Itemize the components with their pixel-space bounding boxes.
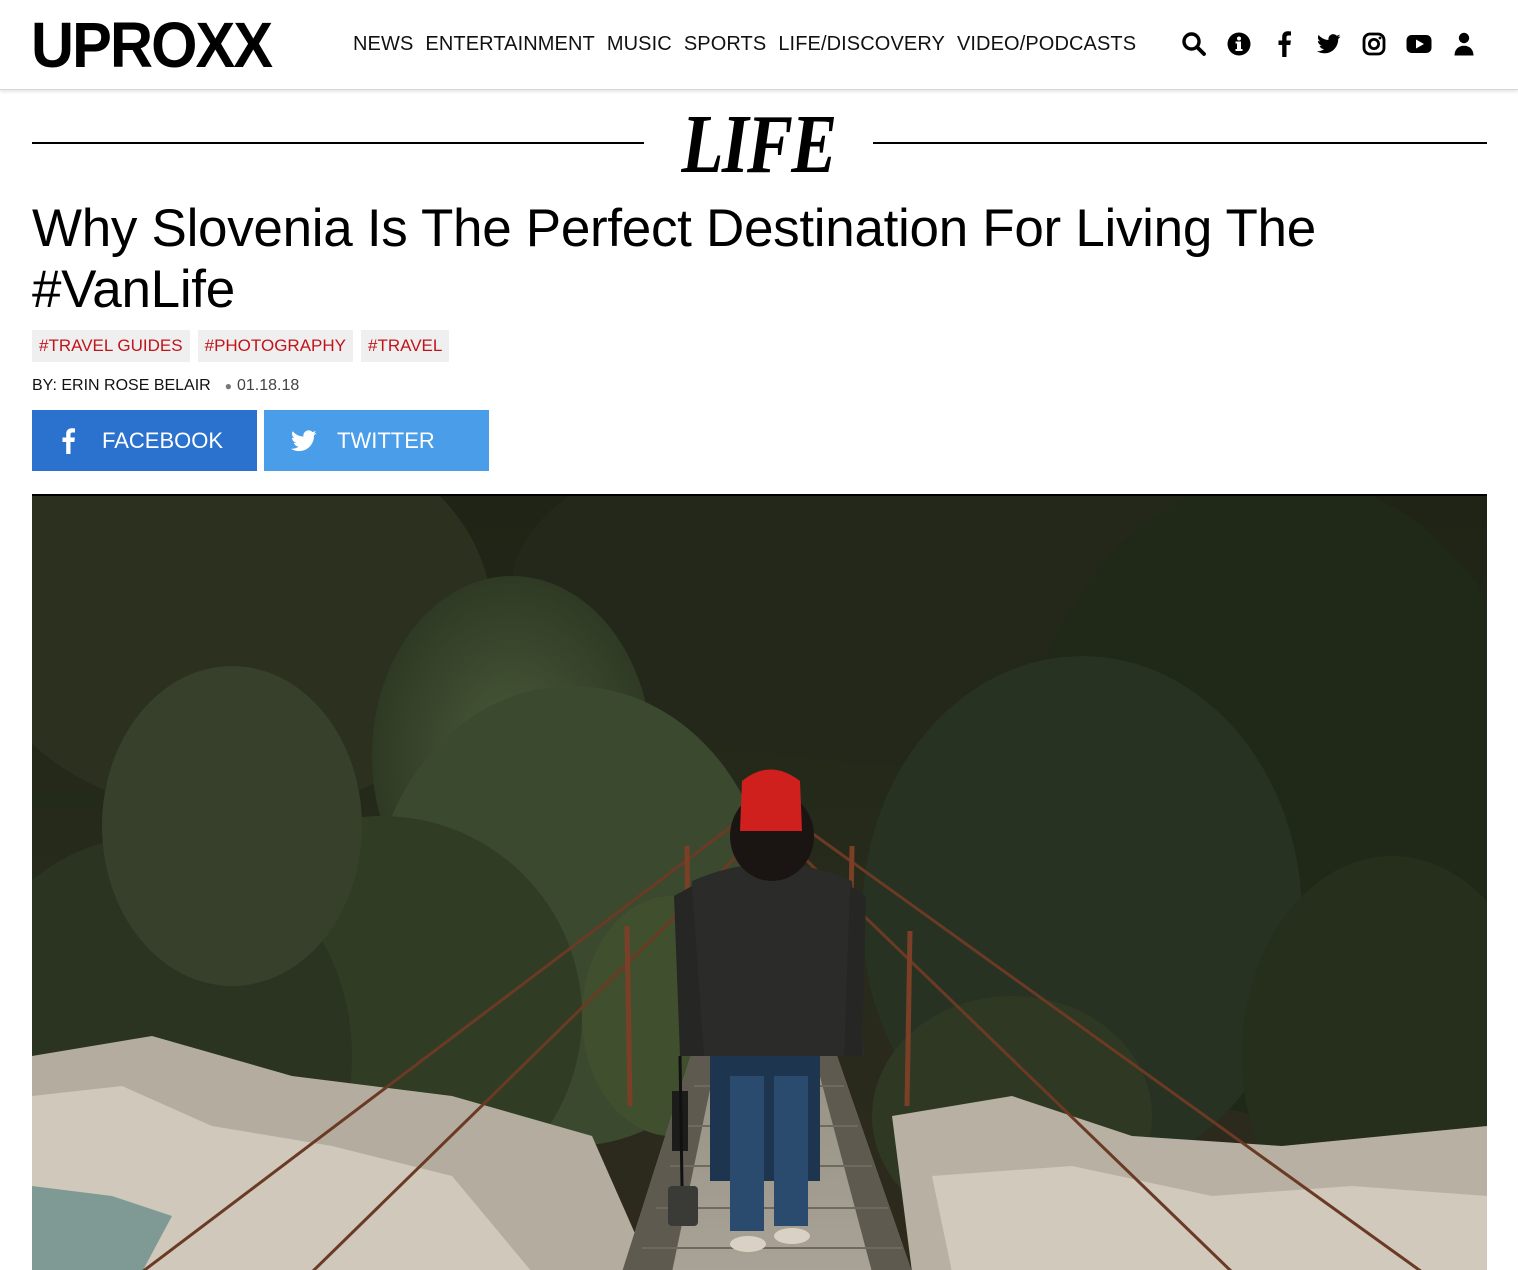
site-logo[interactable]: UPROXX [31, 12, 273, 78]
section-rule-left [32, 142, 644, 144]
main-nav: NEWS ENTERTAINMENT MUSIC SPORTS LIFE/DIS… [353, 31, 1148, 57]
twitter-icon[interactable] [1313, 28, 1345, 60]
author-name[interactable]: BY: ERIN ROSE BELAIR [32, 375, 211, 397]
search-icon[interactable] [1178, 28, 1210, 60]
twitter-share-label: TWITTER [337, 427, 435, 453]
share-buttons: FACEBOOK TWITTER [32, 410, 496, 471]
facebook-share-label: FACEBOOK [102, 427, 224, 453]
facebook-icon [54, 427, 82, 455]
nav-item-sports[interactable]: SPORTS [684, 31, 766, 57]
info-icon[interactable] [1223, 28, 1255, 60]
nav-item-life-discovery[interactable]: LIFE/DISCOVERY [778, 31, 945, 57]
nav-item-entertainment[interactable]: ENTERTAINMENT [425, 31, 594, 57]
article-tags: #TRAVEL GUIDES #PHOTOGRAPHY #TRAVEL [32, 330, 457, 362]
youtube-icon[interactable] [1403, 28, 1435, 60]
twitter-share-button[interactable]: TWITTER [264, 410, 489, 471]
twitter-icon [290, 427, 318, 455]
section-header: LIFE [32, 103, 1487, 187]
instagram-icon[interactable] [1358, 28, 1390, 60]
site-header: UPROXX NEWS ENTERTAINMENT MUSIC SPORTS L… [0, 0, 1518, 90]
facebook-share-button[interactable]: FACEBOOK [32, 410, 257, 471]
nav-item-music[interactable]: MUSIC [607, 31, 672, 57]
article-headline: Why Slovenia Is The Perfect Destination … [32, 199, 1316, 319]
tag-travel-guides[interactable]: #TRAVEL GUIDES [32, 330, 190, 362]
facebook-icon[interactable] [1268, 28, 1300, 60]
publish-date: 01.18.18 [236, 377, 300, 394]
nav-item-video-podcasts[interactable]: VIDEO/PODCASTS [957, 31, 1136, 57]
byline: BY: ERIN ROSE BELAIR ● 01.18.18 [32, 375, 299, 397]
hero-photo-illustration [32, 496, 1487, 1270]
tag-travel[interactable]: #TRAVEL [361, 330, 450, 362]
section-label[interactable]: LIFE [665, 103, 853, 187]
header-icons [1178, 28, 1493, 60]
section-rule-right [873, 142, 1487, 144]
nav-item-news[interactable]: NEWS [353, 31, 413, 57]
user-icon[interactable] [1448, 28, 1480, 60]
byline-separator: ● [224, 379, 232, 393]
hero-image [32, 494, 1487, 1270]
tag-photography[interactable]: #PHOTOGRAPHY [197, 330, 353, 362]
